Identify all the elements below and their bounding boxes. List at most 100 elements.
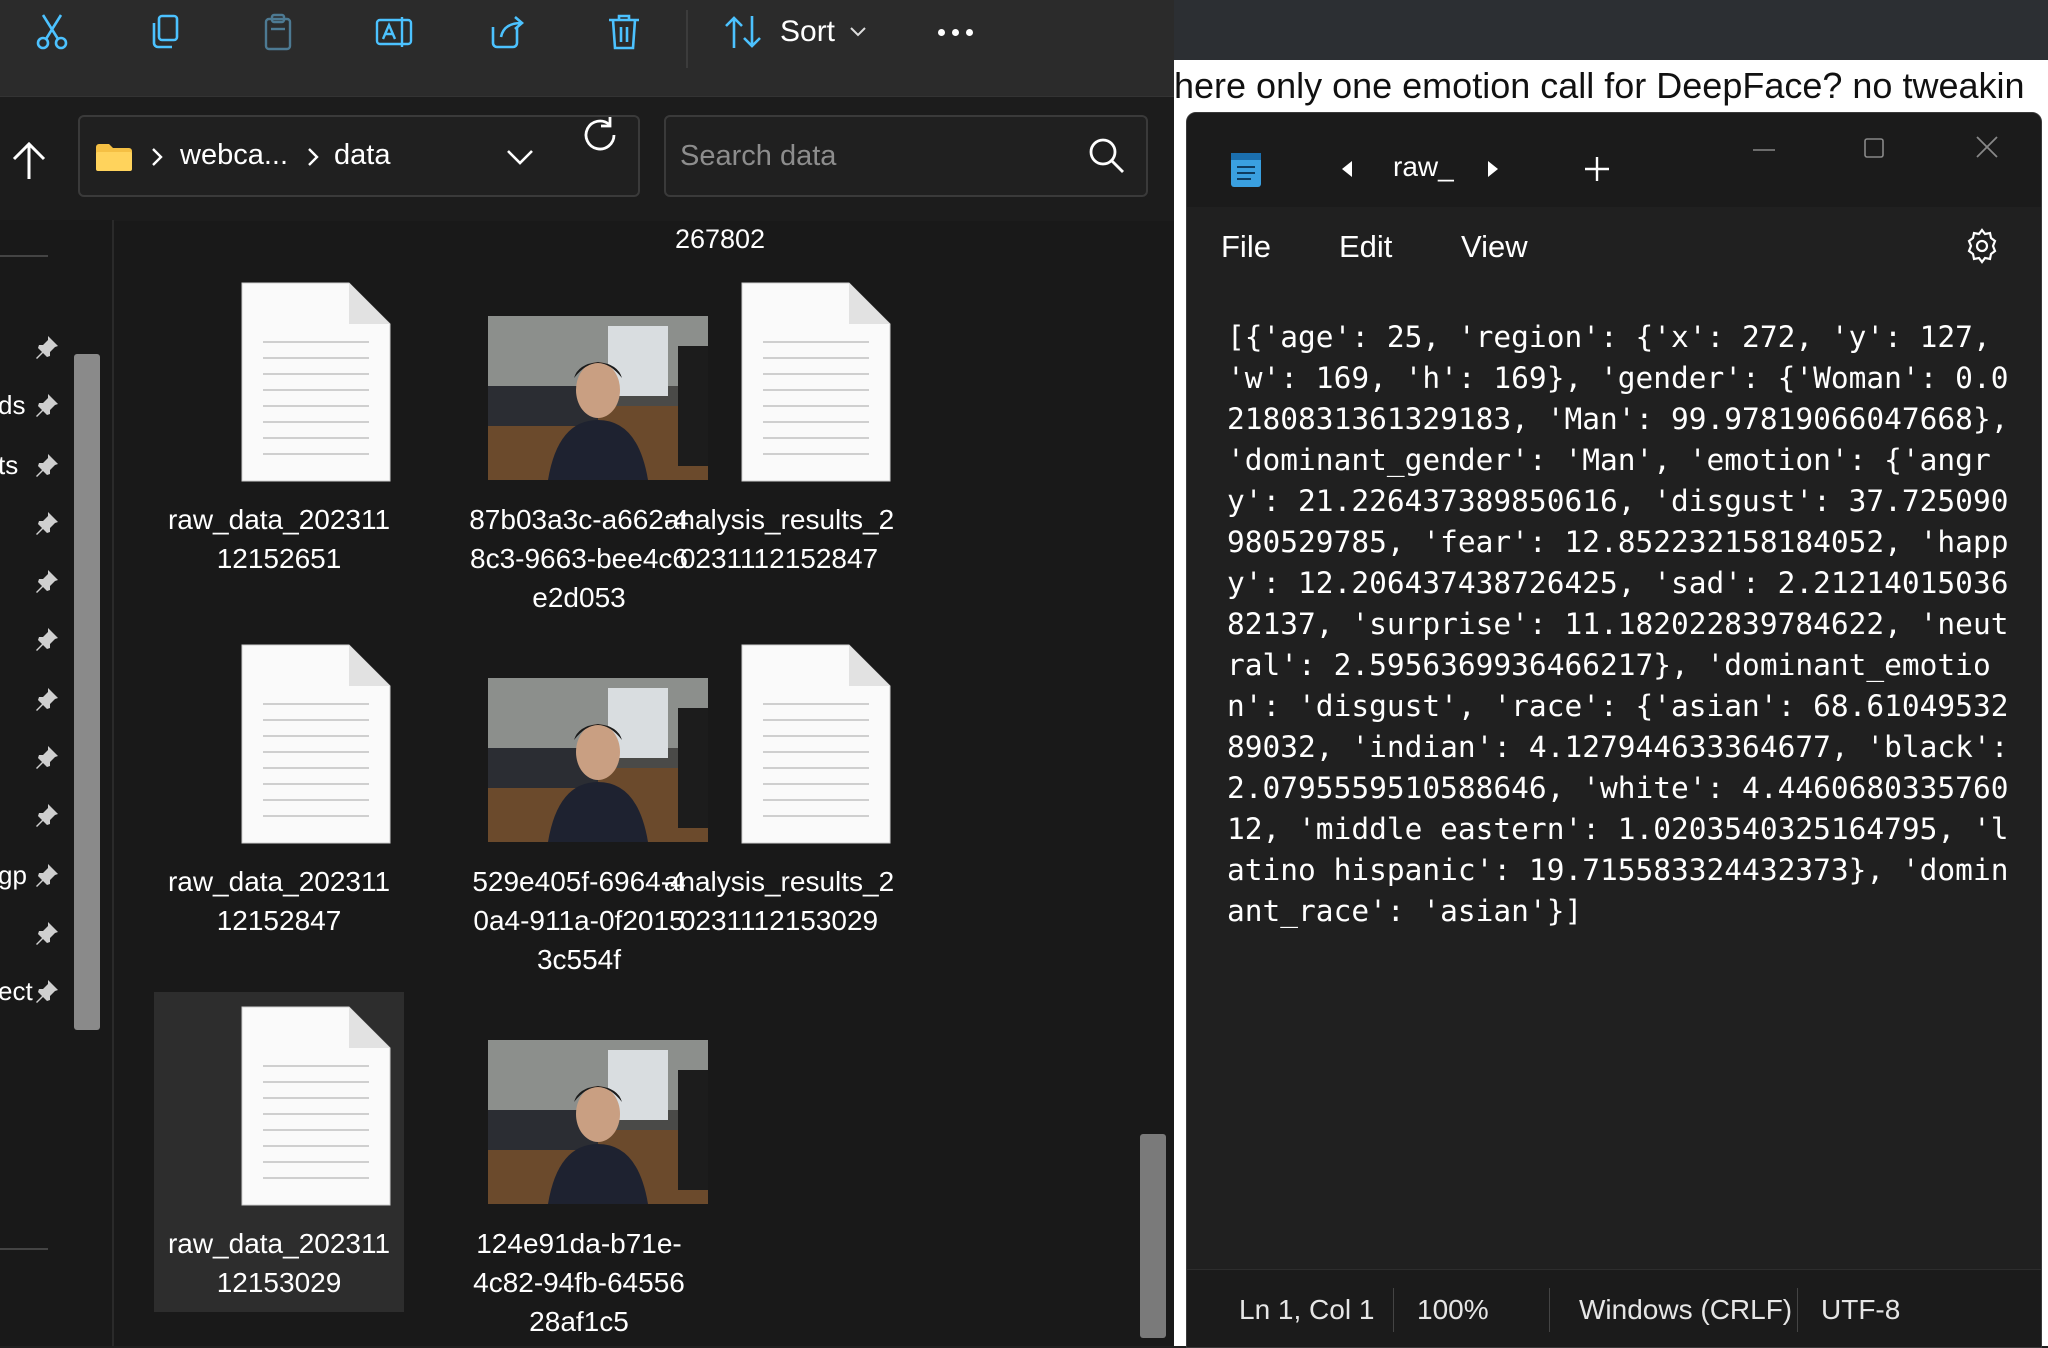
notepad-app-icon [1231,153,1261,187]
nav-item[interactable]: ts [0,446,64,486]
notepad-window: raw_ File Edit View [{'age': 25, 'region… [1186,112,2042,1348]
address-dropdown-icon[interactable] [498,141,542,175]
nav-item[interactable]: gp [0,856,64,896]
nav-item-label: ts [0,450,19,480]
pin-icon [36,980,58,1003]
file-name-line: 12153029 [216,1267,342,1298]
text-document-icon [741,644,891,844]
tab-raw[interactable]: raw_ [1393,151,1454,183]
text-file-item[interactable]: analysis_results_2 0231112152847 [654,268,904,588]
folder-icon [96,144,132,171]
text-document-icon [241,282,391,482]
file-name: raw_data_202311 12152847 [154,862,404,940]
share-button[interactable] [476,8,540,56]
zoom-level[interactable]: 100% [1417,1294,1489,1326]
previous-row-filename[interactable]: 267802 [600,224,840,255]
image-file-item[interactable]: 87b03a3c-a662-4 8c3-9663-bee4c6 e2d053 [400,268,708,613]
file-name-line: raw_data_202311 [167,1228,391,1259]
pin-icon [36,628,58,651]
text-file-item[interactable]: analysis_results_2 0231112153029 [654,630,904,950]
tab-scroll-left-icon[interactable] [1337,159,1357,179]
notepad-titlebar: raw_ [1187,113,2041,207]
encoding[interactable]: UTF-8 [1821,1294,1900,1326]
paste-icon [264,13,292,51]
image-file-item[interactable]: 529e405f-6964-4 0a4-911a-0f2015 3c554f [400,630,708,975]
status-separator [1393,1288,1394,1332]
up-arrow-icon[interactable] [6,139,52,185]
background-window-text: here only one emotion call for DeepFace?… [1174,60,2048,116]
breadcrumb-separator-icon [152,148,163,166]
pin-icon [36,336,58,359]
pin-icon [36,746,58,769]
maximize-icon[interactable] [1859,133,1889,163]
file-name-line: 0231112153029 [679,905,879,936]
chevron-down-icon [850,27,866,37]
file-name: raw_data_202311 12153029 [154,1224,404,1302]
nav-scrollbar[interactable] [74,354,100,1030]
file-list-scrollbar[interactable] [1140,1134,1166,1338]
nav-item[interactable]: ds [0,386,64,426]
more-options-button[interactable] [930,8,980,56]
address-bar[interactable]: webca... data [78,115,640,197]
nav-item[interactable] [0,738,64,778]
background-window-header [1174,0,2048,60]
text-file-item[interactable]: raw_data_202311 12152651 [154,268,404,588]
cut-button[interactable] [20,8,84,56]
nav-item[interactable]: ect [0,972,64,1012]
copy-button[interactable] [134,8,198,56]
text-file-item[interactable]: raw_data_202311 12152847 [154,630,404,950]
nav-item-label: gp [0,860,27,890]
settings-gear-icon[interactable] [1963,227,2001,265]
nav-item[interactable] [0,562,64,602]
file-name-line: analysis_results_2 [663,866,895,897]
notepad-statusbar: Ln 1, Col 1 100% Windows (CRLF) UTF-8 [1187,1269,2041,1347]
status-separator [1797,1288,1798,1332]
nav-divider [0,1248,48,1250]
line-ending[interactable]: Windows (CRLF) [1579,1294,1792,1326]
breadcrumb-separator-icon [308,148,319,166]
breadcrumb-webcam[interactable]: webca... [180,139,288,172]
cursor-position: Ln 1, Col 1 [1239,1294,1375,1325]
tab-scroll-right-icon[interactable] [1483,159,1503,179]
menu-edit[interactable]: Edit [1339,229,1392,265]
file-name-line: raw_data_202311 [167,866,391,897]
nav-item[interactable] [0,504,64,544]
paste-button[interactable] [246,8,310,56]
rename-button[interactable] [362,8,426,56]
delete-button[interactable] [592,8,656,56]
nav-item[interactable] [0,620,64,660]
close-icon[interactable] [1971,131,2003,163]
nav-item-label: ds [0,390,26,420]
file-name-line: 0231112152847 [679,543,879,574]
nav-item[interactable] [0,914,64,954]
file-name-line: 12152847 [216,905,342,936]
file-name-line: 28af1c5 [529,1306,629,1337]
command-bar: Sort [0,0,1174,96]
file-name: analysis_results_2 0231112153029 [654,862,904,940]
menu-file[interactable]: File [1221,229,1271,265]
file-name-line: 12152651 [216,543,342,574]
refresh-icon[interactable] [578,113,622,157]
notepad-text-area[interactable]: [{'age': 25, 'region': {'x': 272, 'y': 1… [1227,317,2017,932]
image-file-item[interactable]: 124e91da-b71e- 4c82-94fb-64556 28af1c5 [400,992,708,1337]
pin-icon [36,512,58,535]
navigation-pane: ds ts gp ect [0,220,112,1346]
copy-icon [152,14,179,49]
text-file-item[interactable]: raw_data_202311 12153029 [154,992,404,1312]
file-name-line: 124e91da-b71e- [476,1228,682,1259]
nav-item[interactable] [0,796,64,836]
nav-item[interactable] [0,680,64,720]
file-name-line: analysis_results_2 [663,504,895,535]
status-separator [1549,1288,1550,1332]
search-box[interactable]: Search data [664,115,1148,197]
breadcrumb-data[interactable]: data [334,139,390,172]
text-document-icon [741,282,891,482]
nav-item[interactable] [0,328,64,368]
nav-item-label: ect [0,976,33,1006]
minimize-icon[interactable] [1749,135,1779,165]
new-tab-plus-icon[interactable] [1583,155,1611,183]
menu-view[interactable]: View [1461,229,1528,265]
sort-button[interactable]: Sort [722,8,867,56]
sort-icon [725,16,761,48]
search-icon[interactable] [1086,135,1126,175]
